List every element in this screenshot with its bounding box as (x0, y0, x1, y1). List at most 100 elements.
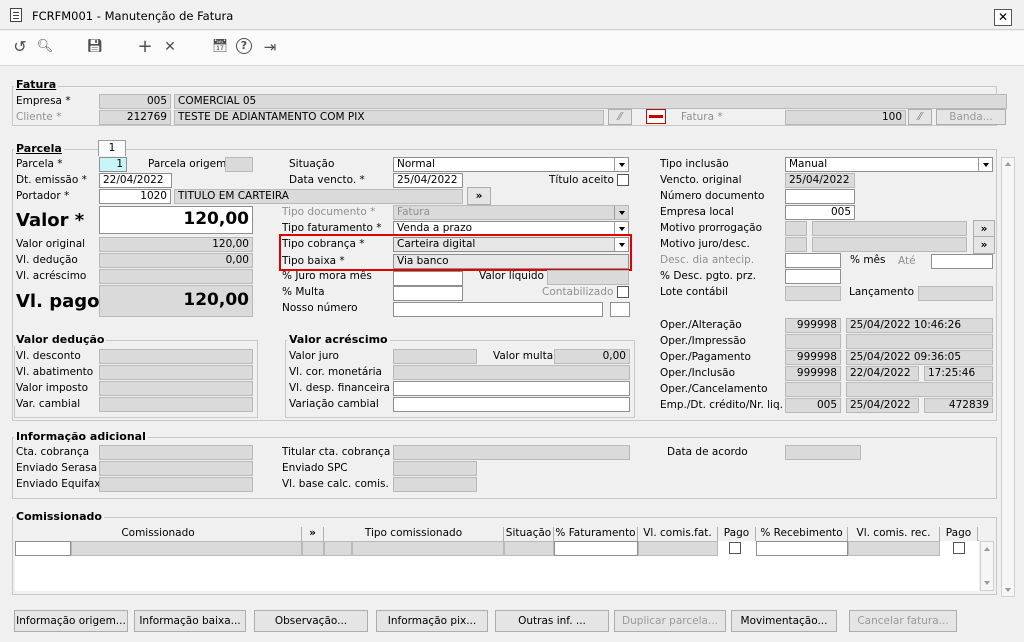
help-icon[interactable]: ? (236, 38, 252, 54)
scroll-up-icon[interactable] (1005, 162, 1011, 166)
chevron-down-icon[interactable] (978, 158, 992, 171)
tipo-fat-label: Tipo faturamento * (282, 222, 382, 234)
chevron-down-icon[interactable] (614, 206, 628, 219)
valor-juro-field (393, 349, 477, 364)
row-comissionado-code[interactable] (15, 541, 71, 556)
movimentacao-button[interactable]: Movimentação... (731, 610, 837, 632)
exit-icon[interactable]: ⇥ (261, 38, 279, 56)
cliente-label: Cliente * (16, 111, 62, 123)
parcela-origem-field[interactable] (225, 157, 253, 172)
motivo-prorr-code[interactable] (785, 221, 807, 236)
row-pct-fat[interactable] (554, 541, 638, 556)
col-pct-rec[interactable]: % Recebimento (756, 527, 848, 541)
col-pago-2[interactable]: Pago (940, 527, 978, 541)
scroll-down-icon[interactable] (1005, 588, 1011, 592)
portador-more-button[interactable]: » (467, 187, 491, 205)
window-close-button[interactable]: ✕ (994, 9, 1012, 26)
nosso-label: Nosso número (282, 302, 358, 314)
motivo-juro-more-button[interactable]: » (973, 236, 995, 254)
pago-label: Vl. pago (16, 291, 100, 312)
emp-local-field[interactable]: 005 (785, 205, 855, 220)
titulo-aceito-checkbox[interactable] (617, 174, 629, 186)
vencto-orig-label: Vencto. original (660, 174, 742, 186)
col-pct-fat[interactable]: % Faturamento (554, 527, 638, 541)
form-scrollbar[interactable] (1001, 157, 1015, 597)
parcela-title: Parcela (14, 142, 64, 155)
juro-field[interactable] (393, 271, 463, 286)
contabilizado-label: Contabilizado (542, 286, 614, 298)
desc-pgto-field[interactable] (785, 269, 841, 284)
duplicar-parcela-button[interactable]: Duplicar parcela... (614, 610, 726, 632)
num-doc-field[interactable] (785, 189, 855, 204)
save-icon[interactable]: 💾︎ (86, 38, 104, 56)
oper-impressao-user (785, 334, 841, 349)
row-pago-1-checkbox[interactable] (729, 542, 741, 554)
informacao-origem-button[interactable]: Informação origem... (14, 610, 128, 632)
desc-dia-field[interactable] (785, 253, 841, 268)
informacao-baixa-button[interactable]: Informação baixa... (134, 610, 246, 632)
fatura-lookup-button[interactable]: ⁄⁄ (908, 109, 932, 125)
observacao-button[interactable]: Observação... (254, 610, 368, 632)
col-vl-rec[interactable]: Vl. comis. rec. (848, 527, 940, 541)
fatura-number-field[interactable]: 100 (785, 110, 906, 125)
col-comissionado[interactable]: Comissionado (15, 527, 302, 541)
parcela-tab-1[interactable]: 1 (98, 140, 126, 156)
ate-field[interactable] (931, 254, 993, 269)
cliente-code-field[interactable]: 212769 (99, 110, 171, 125)
emissao-label: Dt. emissão * (16, 174, 87, 186)
multa-field[interactable] (393, 286, 463, 301)
motivo-juro-code[interactable] (785, 237, 807, 252)
cancelar-fatura-button[interactable]: Cancelar fatura... (849, 610, 957, 632)
banda-button[interactable]: Banda... (936, 109, 1006, 125)
oper-impressao-datetime (846, 334, 993, 349)
row-tipo-code[interactable] (324, 541, 352, 556)
add-icon[interactable]: + (136, 38, 154, 56)
tipo-doc-select[interactable]: Fatura (393, 205, 629, 220)
var-cambial-label: Var. cambial (16, 398, 81, 410)
row-more[interactable] (302, 541, 324, 556)
serasa-label: Enviado Serasa (16, 462, 98, 474)
cliente-lookup-button[interactable]: ⁄⁄ (608, 109, 632, 125)
scroll-down-icon[interactable] (984, 581, 990, 585)
refresh-icon[interactable]: ↺ (11, 38, 29, 56)
valor-field[interactable]: 120,00 (99, 206, 253, 234)
search-icon[interactable]: 🔍︎ (36, 38, 54, 56)
motivo-prorr-desc (812, 221, 967, 236)
deducao-title: Valor dedução (14, 333, 107, 346)
nosso-field[interactable] (393, 302, 603, 317)
tipo-inclusao-select[interactable]: Manual (785, 157, 993, 172)
variacao-cambial-label: Variação cambial (289, 398, 379, 410)
scroll-up-icon[interactable] (984, 547, 990, 551)
title-bar: FCRFM001 - Manutenção de Fatura ✕ (0, 0, 1024, 30)
emp-credito-nr: 472839 (924, 398, 993, 413)
col-tipo[interactable]: Tipo comissionado (324, 527, 504, 541)
situacao-select[interactable]: Normal (393, 157, 629, 172)
financeira-field[interactable] (393, 381, 630, 396)
col-situacao[interactable]: Situação (504, 527, 554, 541)
emissao-field[interactable]: 22/04/2022 (99, 173, 172, 188)
parcela-field[interactable]: 1 (99, 157, 127, 172)
variacao-cambial-field[interactable] (393, 397, 630, 412)
nosso-digit-field[interactable] (610, 302, 630, 317)
titular-field (393, 445, 630, 460)
contabilizado-checkbox[interactable] (617, 286, 629, 298)
col-pago-1[interactable]: Pago (718, 527, 756, 541)
outras-inf-button[interactable]: Outras inf. ... (495, 610, 609, 632)
vencto-field[interactable]: 25/04/2022 (393, 173, 463, 188)
lote-field (785, 286, 841, 301)
cliente-card-icon[interactable] (646, 109, 666, 124)
var-cambial-field (99, 397, 253, 412)
imposto-field (99, 381, 253, 396)
informacao-pix-button[interactable]: Informação pix... (376, 610, 488, 632)
grid-scrollbar[interactable] (980, 541, 994, 591)
portador-name-field: TITULO EM CARTEIRA (174, 189, 463, 204)
row-pct-rec[interactable] (756, 541, 848, 556)
calendar-icon[interactable]: 📅︎ (211, 38, 229, 56)
row-pago-2-checkbox[interactable] (953, 542, 965, 554)
col-more-button[interactable]: » (302, 527, 324, 541)
col-vl-fat[interactable]: Vl. comis.fat. (638, 527, 718, 541)
delete-icon[interactable]: ✕ (161, 38, 179, 56)
portador-code-field[interactable]: 1020 (99, 189, 171, 204)
empresa-code-field[interactable]: 005 (99, 94, 171, 109)
chevron-down-icon[interactable] (614, 158, 628, 171)
